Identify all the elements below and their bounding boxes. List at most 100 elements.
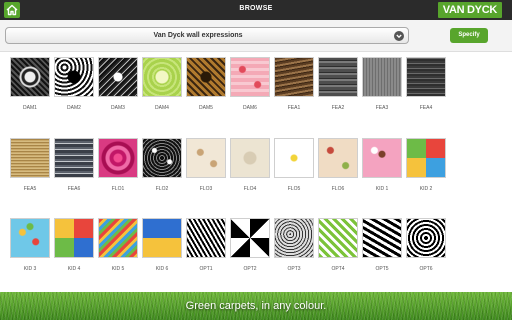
swatch-code: FEA4 <box>419 105 433 111</box>
swatch-tile[interactable]: DAM2 <box>52 57 98 114</box>
swatch-tile[interactable]: FLO2 <box>140 138 186 195</box>
swatch-tile[interactable]: KID 4 <box>52 218 98 275</box>
brand-logo: VAN DYCK <box>437 2 502 18</box>
swatch-code: FEA6 <box>67 186 81 192</box>
swatch-tile[interactable]: KID 1 <box>360 138 406 195</box>
swatch-tile[interactable]: OPT1 <box>184 218 230 275</box>
collection-dropdown[interactable]: Van Dyck wall expressions <box>5 27 409 44</box>
swatch-image <box>318 138 358 178</box>
swatch-image <box>362 218 402 258</box>
collection-dropdown-value: Van Dyck wall expressions <box>153 32 243 39</box>
swatch-tile[interactable]: OPT2 <box>228 218 274 275</box>
swatch-code: DAM5 <box>199 105 213 111</box>
swatch-image <box>54 57 94 97</box>
swatch-code: DAM4 <box>155 105 169 111</box>
swatch-tile[interactable]: OPT3 <box>272 218 318 275</box>
promo-tagline: Green carpets, in any colour. <box>185 300 327 312</box>
swatch-code: OPT4 <box>331 266 345 272</box>
swatch-tile[interactable]: FLO5 <box>272 138 318 195</box>
swatch-tile[interactable]: DAM4 <box>140 57 186 114</box>
specify-button[interactable]: Specify <box>450 28 488 43</box>
swatch-tile[interactable]: KID 3 <box>8 218 54 275</box>
swatch-code: KID 5 <box>111 266 125 272</box>
swatch-image <box>142 57 182 97</box>
swatch-tile[interactable]: FEA2 <box>316 57 362 114</box>
swatch-tile[interactable]: FLO3 <box>184 138 230 195</box>
swatch-image <box>10 218 50 258</box>
swatch-tile[interactable]: DAM1 <box>8 57 54 114</box>
swatch-image <box>274 138 314 178</box>
swatch-code: OPT5 <box>375 266 389 272</box>
swatch-code: FLO6 <box>331 186 345 192</box>
swatch-code: FLO2 <box>155 186 169 192</box>
swatch-code: OPT3 <box>287 266 301 272</box>
top-bar: BROWSE VAN DYCK <box>0 0 512 20</box>
swatch-image <box>98 218 138 258</box>
swatch-code: FLO5 <box>287 186 301 192</box>
swatch-code: DAM6 <box>243 105 257 111</box>
swatch-tile[interactable]: KID 6 <box>140 218 186 275</box>
swatch-code: FEA1 <box>287 105 301 111</box>
swatch-image <box>406 138 446 178</box>
swatch-image <box>98 138 138 178</box>
promo-banner[interactable]: Green carpets, in any colour. <box>0 292 512 320</box>
swatch-code: FEA2 <box>331 105 345 111</box>
swatch-image <box>186 218 226 258</box>
swatch-code: FLO1 <box>111 186 125 192</box>
filter-bar: Van Dyck wall expressions Specify <box>0 20 512 52</box>
swatch-tile[interactable]: FEA5 <box>8 138 54 195</box>
swatch-image <box>10 138 50 178</box>
swatch-code: OPT6 <box>419 266 433 272</box>
swatch-tile[interactable]: DAM5 <box>184 57 230 114</box>
swatch-image <box>142 138 182 178</box>
swatch-image <box>186 57 226 97</box>
swatch-image <box>230 57 270 97</box>
swatch-tile[interactable]: OPT6 <box>404 218 450 275</box>
swatch-tile[interactable]: FEA1 <box>272 57 318 114</box>
swatch-tile[interactable]: OPT5 <box>360 218 406 275</box>
swatch-image <box>54 138 94 178</box>
swatch-code: FLO3 <box>199 186 213 192</box>
swatch-image <box>142 218 182 258</box>
swatch-code: DAM2 <box>67 105 81 111</box>
swatch-code: KID 3 <box>23 266 37 272</box>
swatch-tile[interactable]: FEA3 <box>360 57 406 114</box>
swatch-image <box>362 57 402 97</box>
swatch-image <box>10 57 50 97</box>
swatch-image <box>406 218 446 258</box>
swatch-code: DAM3 <box>111 105 125 111</box>
chevron-down-icon <box>394 31 404 41</box>
swatch-tile[interactable]: KID 5 <box>96 218 142 275</box>
swatch-image <box>230 138 270 178</box>
swatch-code: KID 6 <box>155 266 169 272</box>
swatch-tile[interactable]: FLO6 <box>316 138 362 195</box>
swatch-image <box>54 218 94 258</box>
swatch-code: FEA5 <box>23 186 37 192</box>
swatch-image <box>362 138 402 178</box>
swatch-code: FLO4 <box>243 186 257 192</box>
swatch-tile[interactable]: KID 2 <box>404 138 450 195</box>
swatch-grid: DAM1 DAM2 DAM3 DAM4 DAM5 DAM6 FEA1 FEA2 … <box>0 52 512 292</box>
swatch-tile[interactable]: OPT4 <box>316 218 362 275</box>
swatch-image <box>186 138 226 178</box>
swatch-image <box>318 57 358 97</box>
swatch-tile[interactable]: FEA4 <box>404 57 450 114</box>
swatch-tile[interactable]: DAM6 <box>228 57 274 114</box>
swatch-image <box>230 218 270 258</box>
swatch-code: DAM1 <box>23 105 37 111</box>
swatch-image <box>406 57 446 97</box>
swatch-image <box>274 57 314 97</box>
swatch-tile[interactable]: DAM3 <box>96 57 142 114</box>
swatch-code: KID 4 <box>67 266 81 272</box>
swatch-tile[interactable]: FEA6 <box>52 138 98 195</box>
swatch-image <box>318 218 358 258</box>
swatch-code: KID 1 <box>375 186 389 192</box>
swatch-code: FEA3 <box>375 105 389 111</box>
swatch-tile[interactable]: FLO1 <box>96 138 142 195</box>
page-title: BROWSE <box>239 5 273 12</box>
swatch-code: KID 2 <box>419 186 433 192</box>
swatch-image <box>274 218 314 258</box>
swatch-code: OPT2 <box>243 266 257 272</box>
swatch-code: OPT1 <box>199 266 213 272</box>
swatch-tile[interactable]: FLO4 <box>228 138 274 195</box>
